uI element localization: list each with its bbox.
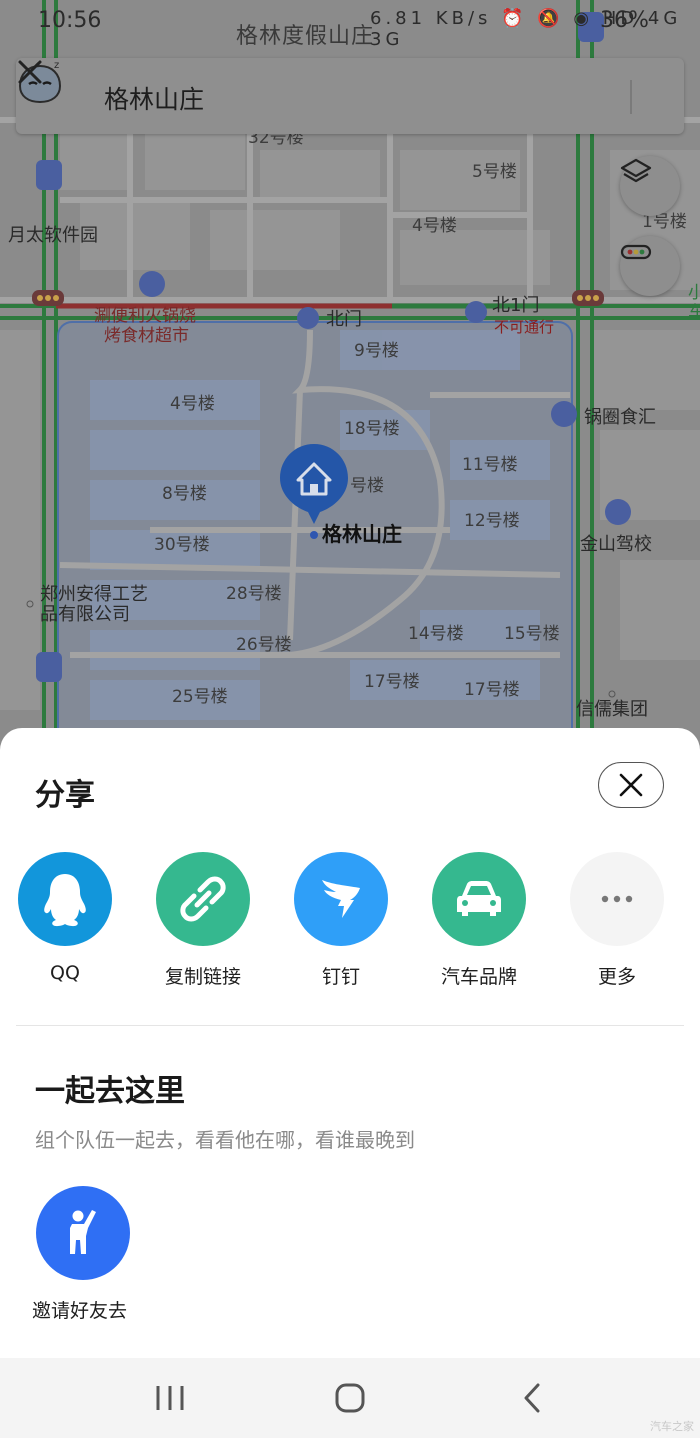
status-bar: 10:56 格林度假山庄 6.81 KB/s ⏰ 🔕 ◉ HD 4G 3G 36… bbox=[0, 0, 700, 50]
map-label-poi[interactable]: 月太软件园 bbox=[8, 226, 98, 246]
map-label-poi[interactable]: 北1门 bbox=[492, 296, 539, 316]
map-label-road: 车 bbox=[688, 303, 700, 323]
search-divider bbox=[630, 80, 632, 114]
home-pin-icon[interactable] bbox=[278, 442, 350, 526]
map-label-building: 26号楼 bbox=[236, 635, 292, 655]
map-label-building: 14号楼 bbox=[408, 624, 464, 644]
search-bar[interactable]: 格林山庄 z bbox=[16, 58, 684, 134]
share-car-brand-button[interactable]: 汽车品牌 bbox=[419, 852, 539, 989]
status-time: 10:56 bbox=[38, 8, 102, 33]
back-icon[interactable] bbox=[514, 1380, 554, 1416]
share-copy-link-button[interactable]: 复制链接 bbox=[143, 852, 263, 989]
map-label-building: 8号楼 bbox=[162, 484, 207, 504]
map-label-building: 25号楼 bbox=[172, 687, 228, 707]
map-label-building: 9号楼 bbox=[354, 341, 399, 361]
share-qq-button[interactable]: QQ bbox=[5, 852, 125, 984]
traffic-light-icon bbox=[620, 244, 652, 260]
map-label-building: 17号楼 bbox=[364, 672, 420, 692]
go-together-subtitle: 组个队伍一起去，看看他在哪，看谁最晚到 bbox=[35, 1128, 415, 1152]
link-icon bbox=[156, 852, 250, 946]
share-copy-link-label: 复制链接 bbox=[164, 966, 241, 988]
map-label-building: 4号楼 bbox=[170, 394, 215, 414]
share-more-label: 更多 bbox=[597, 966, 636, 988]
map-label-building: 17号楼 bbox=[464, 680, 520, 700]
map-label-warning: 不可通行 bbox=[494, 318, 555, 336]
home-icon[interactable] bbox=[330, 1380, 370, 1416]
map-label-building: 18号楼 bbox=[344, 419, 400, 439]
map-label-poi[interactable]: 烤食材超市 bbox=[104, 326, 189, 346]
map-label-poi[interactable]: 信儒集团 bbox=[576, 700, 648, 720]
layers-button[interactable] bbox=[620, 156, 680, 216]
map-label-poi[interactable]: 金山驾校 bbox=[580, 535, 652, 555]
traffic-button[interactable] bbox=[620, 236, 680, 296]
map-label-poi[interactable]: 品有限公司 bbox=[40, 605, 130, 625]
search-query[interactable]: 格林山庄 bbox=[104, 80, 204, 116]
map-label-poi[interactable]: 涮便利火锅烧 bbox=[94, 306, 196, 326]
layers-icon bbox=[620, 158, 652, 183]
go-together-title: 一起去这里 bbox=[35, 1074, 185, 1109]
dingtalk-icon bbox=[294, 852, 388, 946]
map-label-building: 5号楼 bbox=[472, 162, 517, 182]
car-icon bbox=[432, 852, 526, 946]
map-label-building: 号楼 bbox=[350, 476, 384, 496]
map-label-building: 30号楼 bbox=[154, 535, 210, 555]
status-icons: 6.81 KB/s ⏰ 🔕 ◉ HD 4G 3G bbox=[370, 8, 682, 50]
invite-friends-button[interactable]: 邀请好友去 bbox=[32, 1186, 136, 1323]
recents-icon[interactable] bbox=[150, 1380, 190, 1416]
close-icon[interactable] bbox=[16, 58, 44, 86]
share-car-brand-label: 汽车品牌 bbox=[440, 966, 517, 988]
watermark: 汽车之家 bbox=[650, 1420, 694, 1433]
divider bbox=[16, 1025, 684, 1026]
close-icon bbox=[619, 773, 643, 797]
svg-text:z: z bbox=[54, 60, 59, 71]
map-label-poi[interactable]: 郑州安得工艺 bbox=[40, 585, 148, 605]
share-title: 分享 bbox=[35, 778, 95, 813]
share-sheet: 分享 QQ 复制链接 钉钉 汽车品牌 更多 一起去这里 组个队伍一起去，看看他在… bbox=[0, 728, 700, 1358]
map-label-road: 小 bbox=[688, 283, 700, 303]
more-dots-icon bbox=[570, 852, 664, 946]
map-label-building: 12号楼 bbox=[464, 511, 520, 531]
close-button[interactable] bbox=[598, 762, 664, 808]
map-label-poi[interactable]: 北门 bbox=[326, 310, 362, 330]
map-label-poi[interactable]: 锅圈食汇 bbox=[584, 408, 656, 428]
map-label-building: 28号楼 bbox=[226, 584, 282, 604]
battery-level: 36% bbox=[600, 8, 649, 33]
map-area-title: 格林度假山庄 bbox=[236, 24, 375, 49]
map-label-building: 15号楼 bbox=[504, 624, 560, 644]
map-label-building: 4号楼 bbox=[412, 216, 457, 236]
map-view[interactable]: 32号楼 5号楼 月太软件园 4号楼 1号楼 涮便利火锅烧 烤食材超市 北门 北… bbox=[0, 0, 700, 760]
share-qq-label: QQ bbox=[50, 962, 80, 984]
person-wave-icon bbox=[36, 1186, 130, 1280]
qq-penguin-icon bbox=[18, 852, 112, 946]
share-dingtalk-label: 钉钉 bbox=[321, 966, 360, 988]
invite-friends-label: 邀请好友去 bbox=[32, 1300, 128, 1322]
share-dingtalk-button[interactable]: 钉钉 bbox=[281, 852, 401, 989]
share-more-button[interactable]: 更多 bbox=[557, 852, 677, 989]
system-nav-bar: 汽车之家 bbox=[0, 1358, 700, 1438]
map-label-building: 11号楼 bbox=[462, 455, 518, 475]
map-label-selected-place[interactable]: 格林山庄 bbox=[322, 524, 402, 544]
